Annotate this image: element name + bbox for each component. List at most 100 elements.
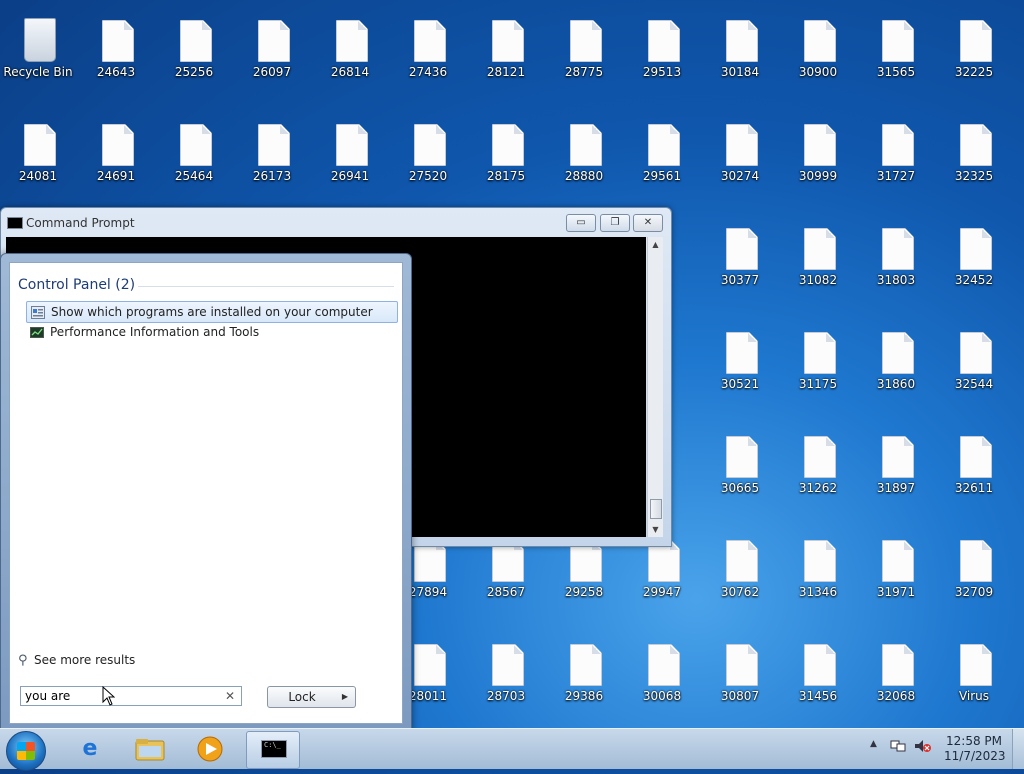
desktop-file-icon[interactable]: 28775 xyxy=(548,8,620,104)
start-button[interactable] xyxy=(6,731,46,771)
desktop-file-icon[interactable]: 28121 xyxy=(470,8,542,104)
desktop-icon-label: 30184 xyxy=(720,65,760,79)
desktop-file-icon[interactable]: 28880 xyxy=(548,112,620,208)
desktop-file-icon[interactable]: 32611 xyxy=(938,424,1010,520)
desktop-file-icon[interactable]: 32709 xyxy=(938,528,1010,624)
scroll-down-arrow-icon[interactable]: ▼ xyxy=(648,522,663,537)
desktop-file-icon[interactable]: 30521 xyxy=(704,320,776,416)
document-icon xyxy=(492,644,524,686)
shutdown-options-arrow-icon[interactable]: ▶ xyxy=(335,686,356,708)
desktop-file-icon[interactable]: 30999 xyxy=(782,112,854,208)
document-icon xyxy=(960,540,992,582)
desktop-file-icon[interactable]: 31082 xyxy=(782,216,854,312)
desktop-file-icon[interactable]: 25256 xyxy=(158,8,230,104)
desktop-file-icon[interactable]: 27520 xyxy=(392,112,464,208)
taskbar-command-prompt-button[interactable]: C:\_ xyxy=(246,731,300,769)
document-icon xyxy=(258,20,290,62)
desktop-file-icon[interactable]: 31860 xyxy=(860,320,932,416)
windows-logo-icon xyxy=(17,742,35,760)
media-player-icon[interactable] xyxy=(184,731,236,767)
document-icon xyxy=(336,124,368,166)
vertical-scrollbar[interactable]: ▲ ▼ xyxy=(647,237,663,537)
section-title-control-panel[interactable]: Control Panel (2) xyxy=(18,277,135,293)
desktop-file-icon[interactable]: 30762 xyxy=(704,528,776,624)
desktop-icon-label: 32325 xyxy=(954,169,994,183)
desktop-file-icon[interactable]: 31262 xyxy=(782,424,854,520)
desktop-file-icon[interactable]: 30274 xyxy=(704,112,776,208)
desktop-file-icon[interactable]: 28175 xyxy=(470,112,542,208)
show-hidden-icons-arrow-icon[interactable]: ▲ xyxy=(870,739,877,749)
desktop-file-icon[interactable]: 31175 xyxy=(782,320,854,416)
desktop-file-icon[interactable]: 30068 xyxy=(626,632,698,728)
desktop-file-icon[interactable]: 31565 xyxy=(860,8,932,104)
desktop-file-icon[interactable]: 29386 xyxy=(548,632,620,728)
recycle-bin-icon[interactable]: Recycle Bin xyxy=(2,8,74,104)
restore-button[interactable]: ❐ xyxy=(600,214,630,232)
desktop-file-icon[interactable]: 32544 xyxy=(938,320,1010,416)
desktop-file-icon[interactable]: 30807 xyxy=(704,632,776,728)
desktop-icon-label: 25464 xyxy=(174,169,214,183)
desktop-file-icon[interactable]: 29561 xyxy=(626,112,698,208)
desktop-icon-label: 29258 xyxy=(564,585,604,599)
desktop-icon-label: 30900 xyxy=(798,65,838,79)
desktop-file-icon[interactable]: 32452 xyxy=(938,216,1010,312)
desktop-file-icon[interactable]: Virus xyxy=(938,632,1010,728)
desktop-file-icon[interactable]: 31727 xyxy=(860,112,932,208)
result-show-installed-programs[interactable]: Show which programs are installed on you… xyxy=(26,301,398,323)
desktop-file-icon[interactable]: 29513 xyxy=(626,8,698,104)
clock[interactable]: 12:58 PM 11/7/2023 xyxy=(944,734,1006,764)
lock-button[interactable]: Lock xyxy=(267,686,337,708)
performance-icon xyxy=(30,325,44,338)
desktop-file-icon[interactable]: 30184 xyxy=(704,8,776,104)
section-divider xyxy=(138,286,394,287)
desktop-file-icon[interactable]: 26941 xyxy=(314,112,386,208)
desktop-file-icon[interactable]: 24081 xyxy=(2,112,74,208)
show-desktop-button[interactable] xyxy=(1012,729,1024,769)
desktop-icon-label: 30274 xyxy=(720,169,760,183)
desktop-file-icon[interactable]: 32068 xyxy=(860,632,932,728)
desktop-file-icon[interactable]: 28703 xyxy=(470,632,542,728)
desktop-icon-label: 26814 xyxy=(330,65,370,79)
desktop-file-icon[interactable]: 31971 xyxy=(860,528,932,624)
desktop-file-icon[interactable]: 30665 xyxy=(704,424,776,520)
minimize-button[interactable]: ▭ xyxy=(566,214,596,232)
desktop-icon-label: 30665 xyxy=(720,481,760,495)
desktop-file-icon[interactable]: 25464 xyxy=(158,112,230,208)
windows-explorer-icon[interactable] xyxy=(124,731,176,767)
desktop-file-icon[interactable]: 27436 xyxy=(392,8,464,104)
desktop-file-icon[interactable]: 24691 xyxy=(80,112,152,208)
document-icon xyxy=(804,644,836,686)
volume-muted-icon[interactable] xyxy=(914,739,932,756)
see-more-results-link[interactable]: ⚲ See more results xyxy=(18,653,135,668)
desktop-file-icon[interactable]: 26173 xyxy=(236,112,308,208)
close-button[interactable]: ✕ xyxy=(633,214,663,232)
internet-explorer-icon[interactable]: e xyxy=(64,731,116,767)
desktop-file-icon[interactable]: 30377 xyxy=(704,216,776,312)
desktop-file-icon[interactable]: 26814 xyxy=(314,8,386,104)
result-performance-tools[interactable]: Performance Information and Tools xyxy=(26,322,396,342)
document-icon xyxy=(726,540,758,582)
desktop-file-icon[interactable]: 31346 xyxy=(782,528,854,624)
document-icon xyxy=(882,540,914,582)
desktop-icon-label: 26173 xyxy=(252,169,292,183)
document-icon xyxy=(336,20,368,62)
desktop-file-icon[interactable]: 31803 xyxy=(860,216,932,312)
scroll-thumb[interactable] xyxy=(650,499,662,519)
document-icon xyxy=(414,124,446,166)
desktop-file-icon[interactable]: 30900 xyxy=(782,8,854,104)
network-icon[interactable] xyxy=(890,739,906,756)
desktop-file-icon[interactable]: 32225 xyxy=(938,8,1010,104)
desktop-icon-label: 32225 xyxy=(954,65,994,79)
desktop-file-icon[interactable]: 24643 xyxy=(80,8,152,104)
document-icon xyxy=(726,436,758,478)
clear-search-icon[interactable]: ✕ xyxy=(225,689,235,703)
start-menu-results-panel: Control Panel (2) Show which programs ar… xyxy=(9,262,403,724)
scroll-up-arrow-icon[interactable]: ▲ xyxy=(648,237,663,252)
desktop-file-icon[interactable]: 31897 xyxy=(860,424,932,520)
desktop-icon-label: 24643 xyxy=(96,65,136,79)
desktop-file-icon[interactable]: 31456 xyxy=(782,632,854,728)
desktop-file-icon[interactable]: 26097 xyxy=(236,8,308,104)
desktop-file-icon[interactable]: 32325 xyxy=(938,112,1010,208)
desktop-icon-label: 30521 xyxy=(720,377,760,391)
start-search-input[interactable] xyxy=(20,686,242,706)
